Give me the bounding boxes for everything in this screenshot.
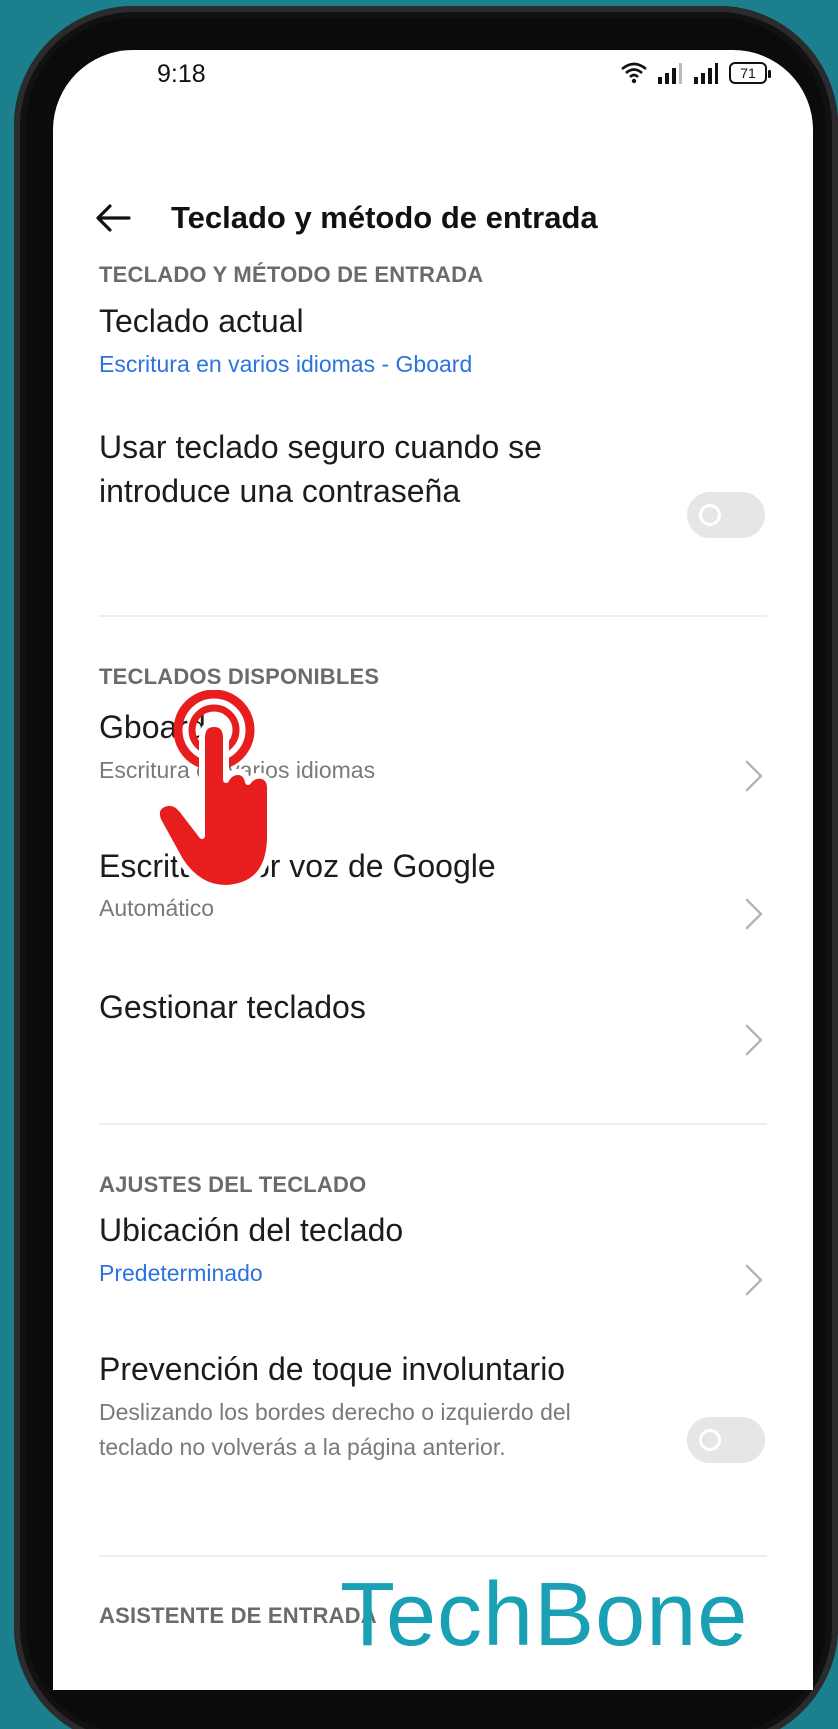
battery-icon: 71 <box>729 62 771 84</box>
secure-keyboard-title-line2: introduce una contraseña <box>99 473 461 509</box>
toggle-knob <box>699 1429 721 1451</box>
section-header-available: TECLADOS DISPONIBLES <box>99 664 380 689</box>
current-keyboard-title: Teclado actual <box>99 303 304 339</box>
status-bar: 9:18 71 <box>53 50 813 120</box>
divider <box>99 1123 767 1125</box>
keyboard-location-subtitle: Predeterminado <box>99 1260 263 1286</box>
touch-prevention-subtitle-line2: teclado no volverás a la página anterior… <box>99 1434 506 1460</box>
back-arrow-icon[interactable] <box>93 198 133 238</box>
chevron-right-icon <box>745 1264 763 1296</box>
touch-prevention-subtitle-line1: Deslizando los bordes derecho o izquierd… <box>99 1399 571 1425</box>
battery-level: 71 <box>740 65 756 81</box>
touch-prevention-toggle[interactable] <box>687 1417 765 1463</box>
header: Teclado y método de entrada <box>53 178 813 258</box>
secure-keyboard-title-line1: Usar teclado seguro cuando se <box>99 429 542 465</box>
page-title: Teclado y método de entrada <box>171 200 598 235</box>
divider <box>99 615 767 617</box>
toggle-knob <box>699 504 721 526</box>
section-header-settings: AJUSTES DEL TECLADO <box>99 1172 367 1197</box>
voice-typing-subtitle: Automático <box>99 895 215 921</box>
manage-keyboards-title: Gestionar teclados <box>99 989 366 1025</box>
chevron-right-icon <box>745 760 763 792</box>
current-keyboard-subtitle: Escritura en varios idiomas - Gboard <box>99 351 473 377</box>
secure-keyboard-toggle[interactable] <box>687 492 765 538</box>
divider <box>99 1555 767 1557</box>
section-header-assistant: ASISTENTE DE ENTRADA <box>99 1603 377 1628</box>
touch-prevention-title: Prevención de toque involuntario <box>99 1351 566 1387</box>
keyboard-location-title: Ubicación del teclado <box>99 1212 404 1248</box>
chevron-right-icon <box>745 1024 763 1056</box>
tap-gesture-icon <box>153 690 273 890</box>
signal-icon <box>694 63 718 84</box>
signal-icon <box>658 63 682 84</box>
wifi-icon <box>621 62 647 84</box>
status-time: 9:18 <box>157 60 206 88</box>
chevron-right-icon <box>745 898 763 930</box>
section-header-input-method: TECLADO Y MÉTODO DE ENTRADA <box>99 262 484 287</box>
status-icons: 71 <box>621 62 771 84</box>
watermark: TechBone <box>340 1565 749 1665</box>
